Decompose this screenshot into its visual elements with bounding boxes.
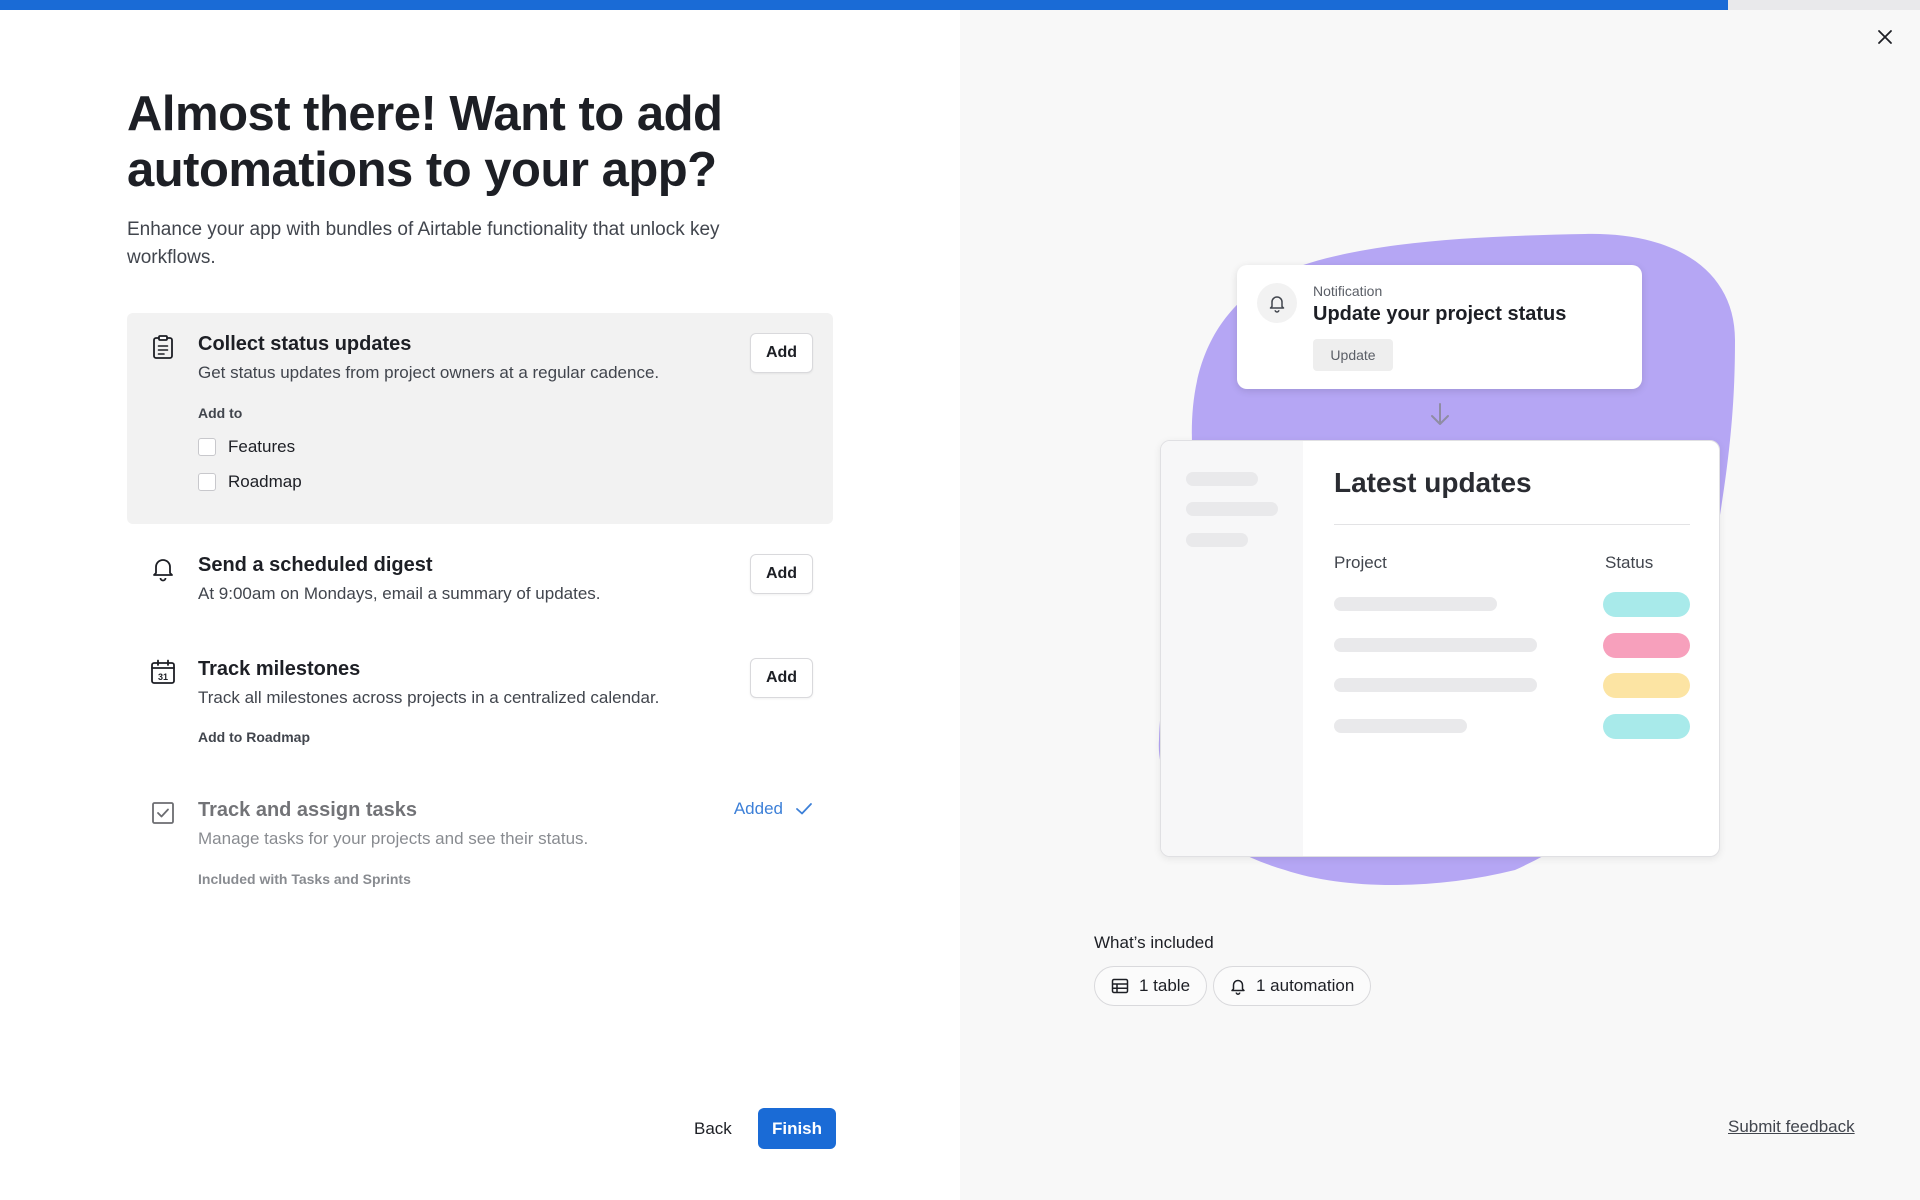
column-status: Status [1605,553,1654,572]
table-icon [1111,978,1129,994]
chip-label: 1 table [1139,976,1191,995]
notification-update-button: Update [1313,339,1393,371]
skeleton-line [1334,638,1537,652]
automation-description: Manage tasks for your projects and see t… [198,829,589,848]
included-chip-table: 1 table [1094,966,1208,1006]
skeleton-line [1334,597,1497,611]
whats-included-label: What’s included [1094,933,1214,952]
bell-icon [153,559,173,582]
option-features[interactable]: Features [198,437,295,457]
automation-title: Track milestones [198,658,361,680]
add-scheduled-digest-button[interactable]: Add [750,554,813,594]
latest-updates-card: Latest updates Project Status [1160,440,1720,857]
automation-track-assign-tasks: Track and assign tasks Manage tasks for … [127,779,833,899]
added-status: Added [734,799,813,819]
notification-card: Notification Update your project status … [1237,265,1642,389]
add-collect-status-updates-button[interactable]: Add [750,333,813,373]
add-track-milestones-button[interactable]: Add [750,658,813,698]
option-label: Roadmap [228,472,302,491]
automation-description: Track all milestones across projects in … [198,688,660,707]
add-to-label: Add to [198,405,243,421]
bell-icon [1231,979,1245,995]
automation-title: Track and assign tasks [198,799,418,821]
skeleton-line [1334,678,1537,692]
skeleton-line [1334,719,1467,733]
status-pill [1603,714,1690,739]
page-subtitle: Enhance your app with bundles of Airtabl… [127,219,720,268]
notification-title: Update your project status [1313,303,1567,325]
option-label: Features [228,437,296,456]
automation-collect-status-updates: Collect status updates Get status update… [127,313,833,524]
status-pill [1603,633,1690,658]
checkbox-icon [152,802,174,824]
notification-bell [1257,283,1297,323]
status-pill [1603,673,1690,698]
progress-fill [0,0,1728,10]
automation-send-scheduled-digest: Send a scheduled digest At 9:00am on Mon… [127,534,833,624]
automation-title: Collect status updates [198,333,412,355]
close-icon [1878,30,1892,44]
latest-updates-title: Latest updates [1334,467,1532,498]
automation-title: Send a scheduled digest [198,554,433,576]
back-button[interactable]: Back [688,1109,738,1149]
automation-track-milestones: 31 Track milestones Track all milestones… [127,638,833,758]
option-roadmap[interactable]: Roadmap [198,472,302,492]
roadmap-checkbox[interactable] [198,473,216,491]
calendar-day: 31 [158,672,168,682]
calendar-icon: 31 [151,659,175,684]
skeleton-line [1186,472,1258,486]
automation-description: Get status updates from project owners a… [198,363,660,382]
status-pill [1603,592,1690,617]
finish-button[interactable]: Finish [758,1108,836,1149]
chip-label: 1 automation [1256,976,1355,995]
skeleton-line [1186,533,1248,547]
features-checkbox[interactable] [198,438,216,456]
bell-icon [1269,296,1285,313]
automation-description: At 9:00am on Mondays, email a summary of… [198,584,601,603]
divider [1334,524,1690,525]
page-title: Almost there! Want to add automations to… [127,87,723,197]
skeleton-line [1186,502,1278,516]
check-icon [796,803,812,815]
close-button[interactable] [1870,22,1900,52]
progress-bar [0,0,1920,10]
arrow-down-icon [1431,403,1449,425]
submit-feedback-link[interactable]: Submit feedback [1728,1117,1855,1137]
add-to-roadmap-note: Add to Roadmap [198,729,310,745]
column-project: Project [1334,553,1387,572]
included-chip-automation: 1 automation [1213,966,1372,1006]
notification-type: Notification [1313,283,1383,299]
added-text: Added [733,799,783,818]
clipboard-icon [153,335,173,359]
included-note: Included with Tasks and Sprints [198,871,411,887]
